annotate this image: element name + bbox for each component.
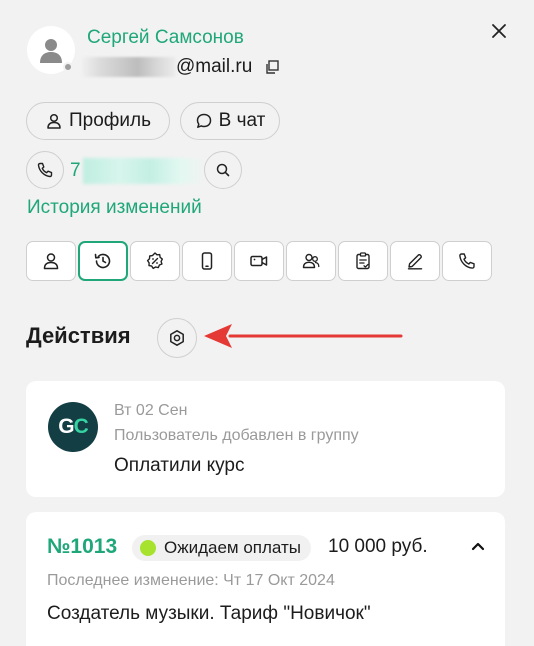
email-domain: @mail.ru [176, 56, 253, 77]
history-clock-icon [94, 253, 111, 269]
logo-letter-g: G [58, 415, 74, 438]
event-group-name[interactable]: Оплатили курс [114, 455, 244, 477]
users-icon [302, 253, 320, 269]
tab-devices[interactable] [182, 241, 232, 281]
presence-indicator [63, 62, 73, 72]
order-price: 10 000 руб. [328, 536, 428, 557]
user-name[interactable]: Сергей Самсонов [87, 27, 244, 49]
event-description: Пользователь добавлен в группу [114, 427, 359, 444]
order-title: Создатель музыки. Тариф "Новичок" [47, 603, 371, 624]
tab-calls[interactable] [442, 241, 492, 281]
section-title: Действия [26, 323, 131, 348]
chat-button[interactable]: В чат [180, 102, 280, 140]
tab-discounts[interactable] [130, 241, 180, 281]
collapse-button[interactable] [466, 535, 490, 557]
red-pointer-arrow [204, 324, 403, 348]
close-icon [492, 24, 506, 38]
profile-button[interactable]: Профиль [26, 102, 170, 140]
tab-profile[interactable] [26, 241, 76, 281]
order-last-change: Последнее изменение: Чт 17 Окт 2024 [47, 572, 335, 589]
logo-letter-c: C [73, 415, 89, 438]
person-icon [43, 253, 59, 270]
phone-redacted [82, 158, 205, 184]
phone-icon [37, 162, 53, 178]
pencil-icon [407, 254, 423, 270]
chat-button-label: В чат [218, 110, 266, 131]
email-redacted [80, 57, 176, 77]
event-date: Вт 02 Сен [114, 402, 188, 419]
discount-badge-icon [146, 252, 163, 270]
settings-hexagon-icon [170, 330, 184, 346]
chevron-up-icon [471, 542, 485, 551]
getcourse-logo: GC [48, 402, 98, 452]
phone-number[interactable]: 7 [70, 158, 205, 184]
actions-settings-button[interactable] [157, 318, 197, 358]
tab-webinars[interactable] [234, 241, 284, 281]
search-icon [216, 163, 230, 177]
status-dot [140, 540, 156, 556]
phone-prefix: 7 [70, 160, 81, 181]
profile-button-label: Профиль [68, 110, 152, 131]
person-icon [47, 113, 61, 129]
tab-partners[interactable] [286, 241, 336, 281]
phone-search-button[interactable] [204, 151, 242, 189]
clipboard-check-icon [356, 252, 370, 270]
phone-icon [459, 253, 475, 269]
call-button[interactable] [26, 151, 64, 189]
mobile-phone-icon [201, 252, 213, 270]
order-number[interactable]: №1013 [47, 535, 117, 559]
tab-notes[interactable] [390, 241, 440, 281]
close-button[interactable] [486, 18, 512, 44]
history-link[interactable]: История изменений [27, 197, 202, 219]
profile-tabs [26, 241, 492, 281]
user-silhouette-icon [40, 39, 62, 63]
chat-bubble-icon [196, 113, 211, 128]
tab-history[interactable] [78, 241, 128, 281]
email-row: @mail.ru [80, 56, 280, 78]
tab-tasks[interactable] [338, 241, 388, 281]
copy-icon[interactable] [264, 59, 280, 75]
video-camera-icon [250, 255, 268, 267]
order-status-badge: Ожидаем оплаты [132, 535, 311, 561]
order-status-label: Ожидаем оплаты [164, 538, 301, 557]
